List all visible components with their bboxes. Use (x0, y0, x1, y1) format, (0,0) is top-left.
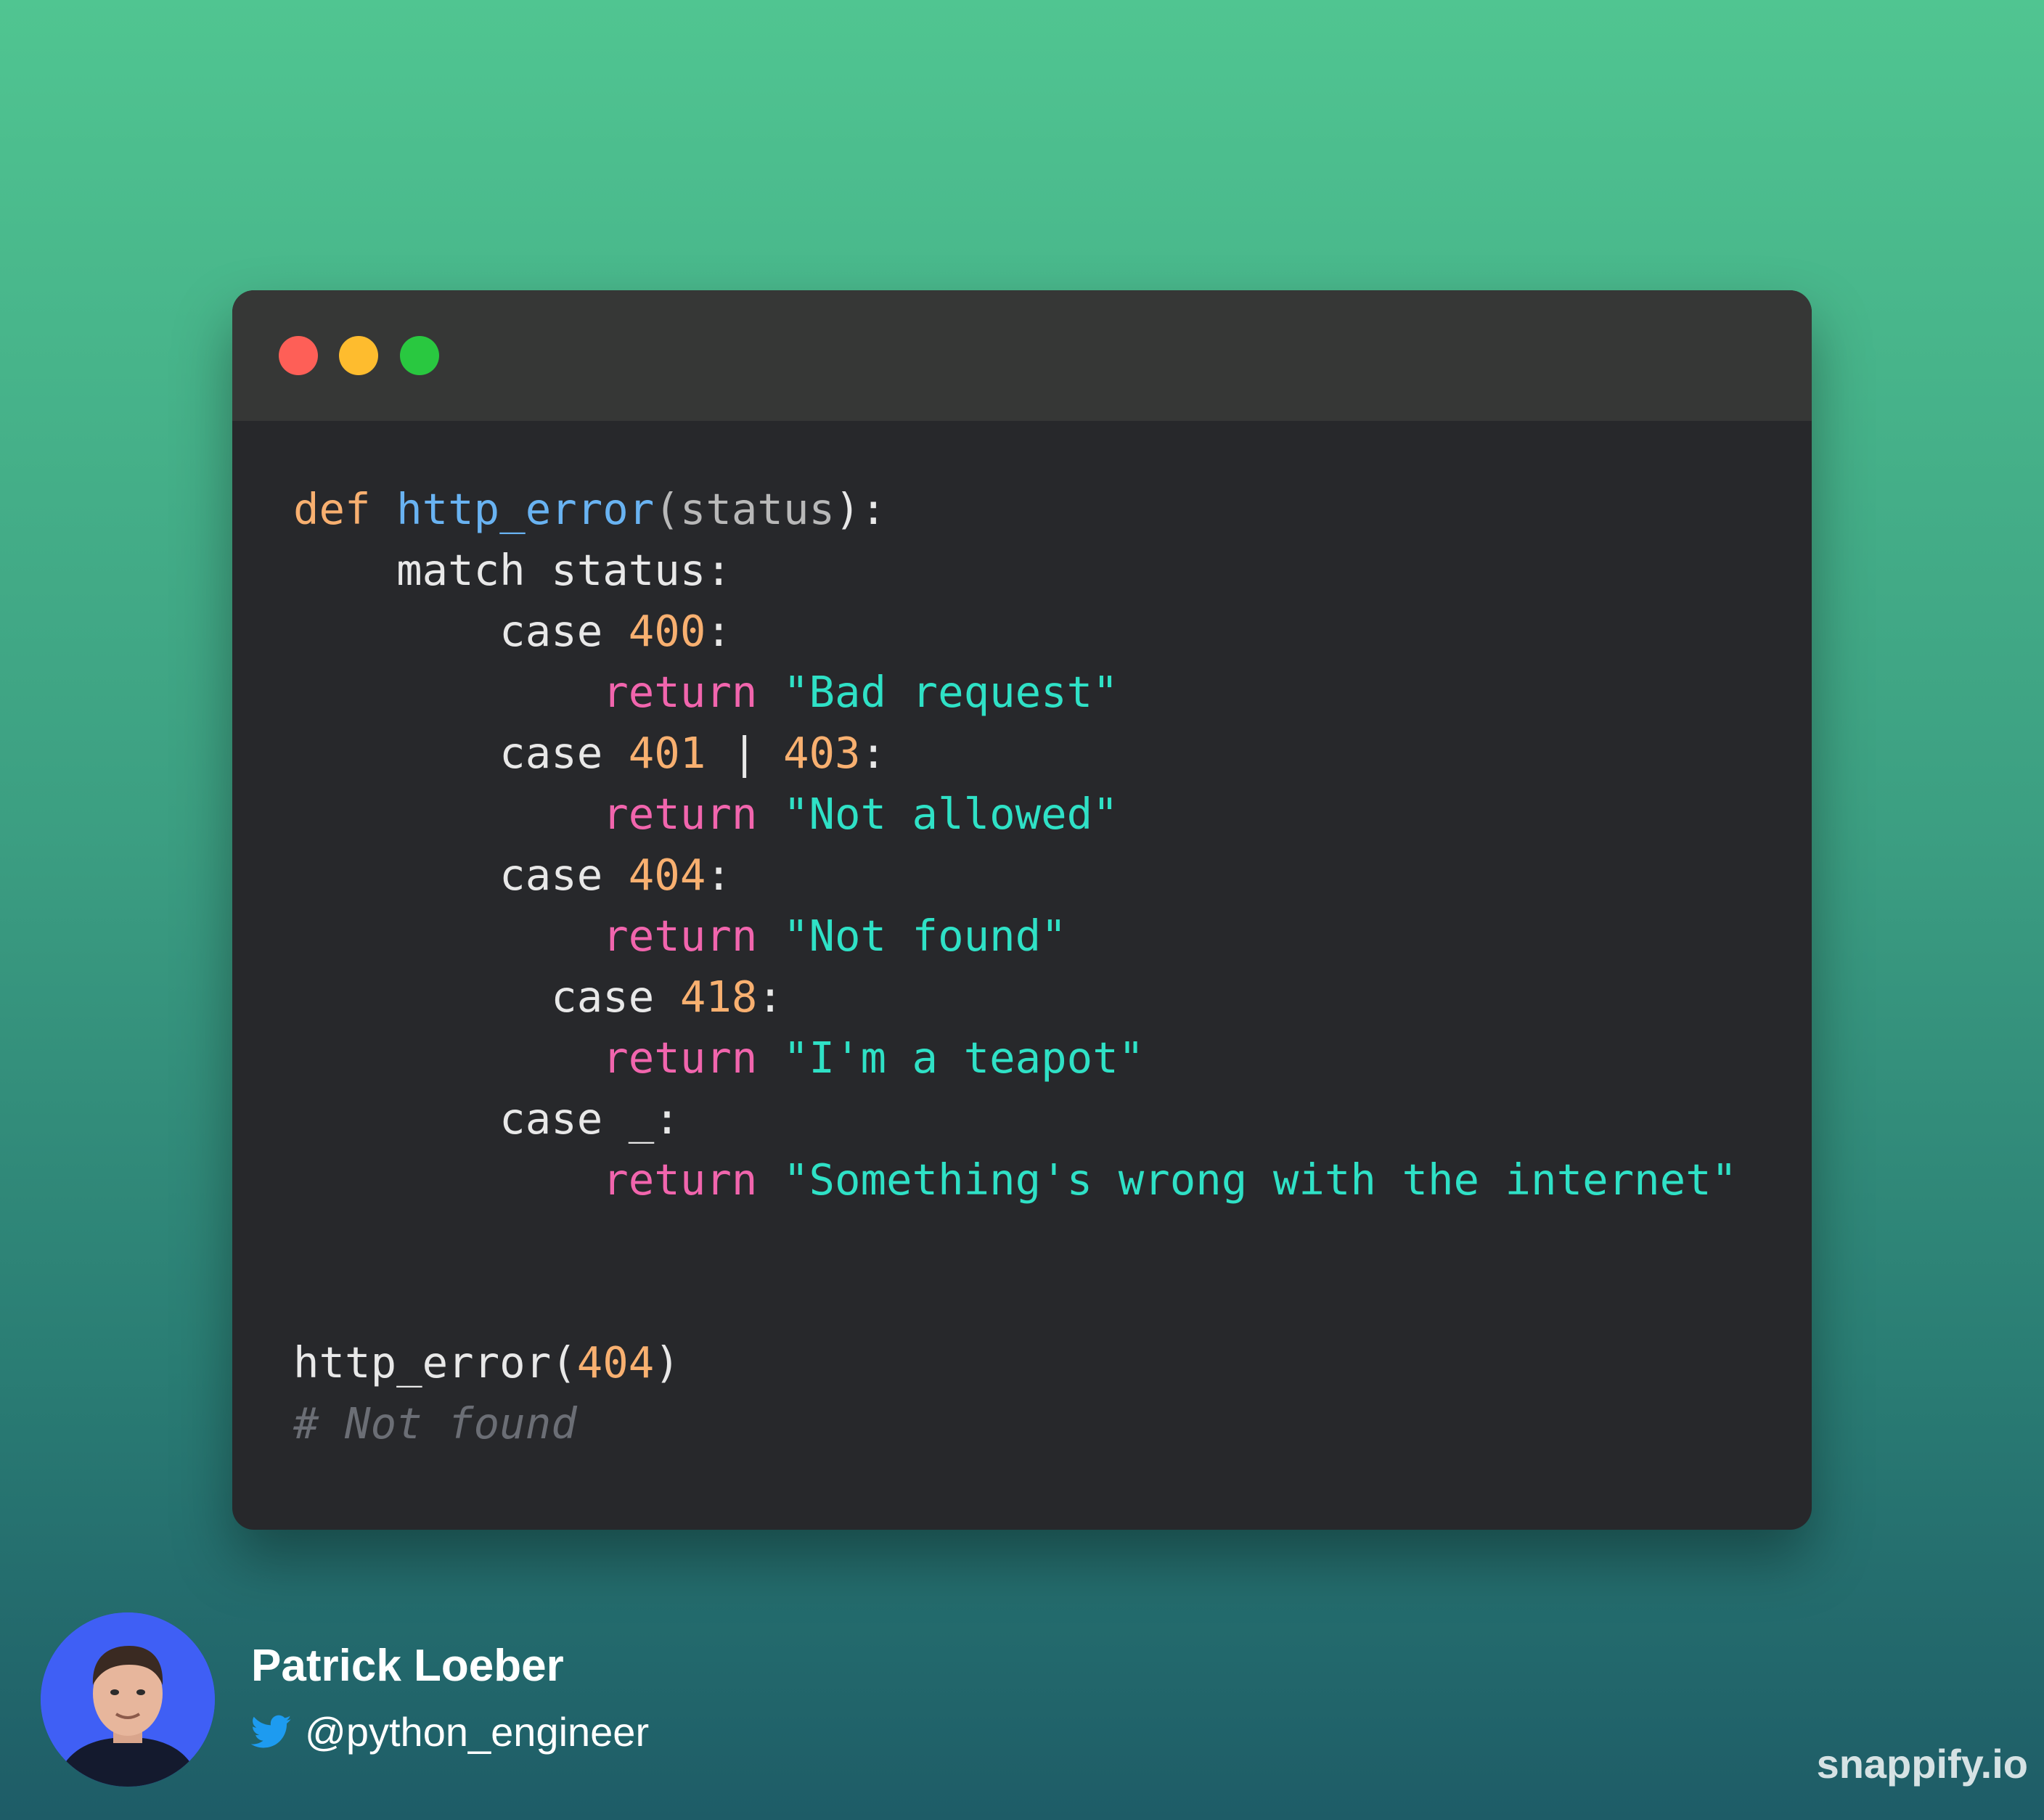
code-token: # Not found (293, 1398, 577, 1448)
code-line: # Not found (293, 1393, 1737, 1454)
code-token: match status: (293, 545, 732, 595)
code-line: return "Not allowed" (293, 784, 1737, 845)
code-token: "I'm a teapot" (782, 1033, 1145, 1083)
code-token: ): (835, 484, 887, 534)
code-token: : (706, 606, 732, 656)
code-line: case _: (293, 1089, 1737, 1149)
code-token: : (860, 728, 887, 778)
code-token: | (706, 728, 783, 778)
close-window-button[interactable] (279, 336, 318, 375)
code-token: : (757, 972, 783, 1022)
code-token: return (602, 911, 758, 961)
code-token: 404 (576, 1337, 655, 1387)
code-line: return "Not found" (293, 906, 1737, 967)
code-token: ) (654, 1337, 680, 1387)
maximize-window-button[interactable] (400, 336, 439, 375)
code-token: case (293, 728, 629, 778)
code-token: return (602, 1155, 758, 1205)
author-handle-row[interactable]: @python_engineer (251, 1708, 649, 1755)
author-handle[interactable]: @python_engineer (305, 1708, 649, 1755)
code-token: "Not found" (782, 911, 1067, 961)
code-token: return (602, 667, 758, 717)
code-token: "Something's wrong with the internet" (782, 1155, 1738, 1205)
code-token: status (679, 484, 835, 534)
code-token: case _: (293, 1094, 680, 1144)
code-token: 404 (628, 850, 706, 900)
code-token: return (602, 1033, 758, 1083)
author-name: Patrick Loeber (251, 1641, 564, 1691)
code-line: match status: (293, 540, 1737, 601)
code-token: "Bad request" (782, 667, 1119, 717)
code-token: 418 (679, 972, 758, 1022)
code-line: http_error(404) (293, 1332, 1737, 1393)
code-token: case (293, 972, 680, 1022)
code-line: case 401 | 403: (293, 723, 1737, 784)
code-token: : (706, 850, 732, 900)
code-token: 400 (628, 606, 706, 656)
avatar (41, 1612, 215, 1787)
code-token: return (602, 789, 758, 839)
code-token: "Not allowed" (782, 789, 1119, 839)
code-line: case 400: (293, 601, 1737, 662)
minimize-window-button[interactable] (339, 336, 378, 375)
window-titlebar (232, 290, 1812, 421)
watermark: snappify.io (1816, 1741, 2028, 1787)
code-token: case (293, 606, 629, 656)
twitter-bird-icon (251, 1715, 292, 1747)
code-block: def http_error(status): match status: ca… (293, 479, 1737, 1454)
code-line: case 418: (293, 967, 1737, 1028)
code-token: http_error (396, 484, 655, 534)
code-token: ( (654, 484, 680, 534)
avatar-portrait-icon (41, 1612, 215, 1787)
code-token: http_error( (293, 1337, 577, 1387)
code-line: case 404: (293, 845, 1737, 906)
code-token: case (293, 850, 629, 900)
code-window: def http_error(status): match status: ca… (232, 290, 1812, 1530)
code-token: 401 (628, 728, 706, 778)
code-token: def (293, 484, 371, 534)
code-line: return "Bad request" (293, 662, 1737, 723)
code-line: return "Something's wrong with the inter… (293, 1149, 1737, 1210)
code-line: def http_error(status): (293, 479, 1737, 540)
code-line: return "I'm a teapot" (293, 1028, 1737, 1089)
code-token: 403 (782, 728, 861, 778)
